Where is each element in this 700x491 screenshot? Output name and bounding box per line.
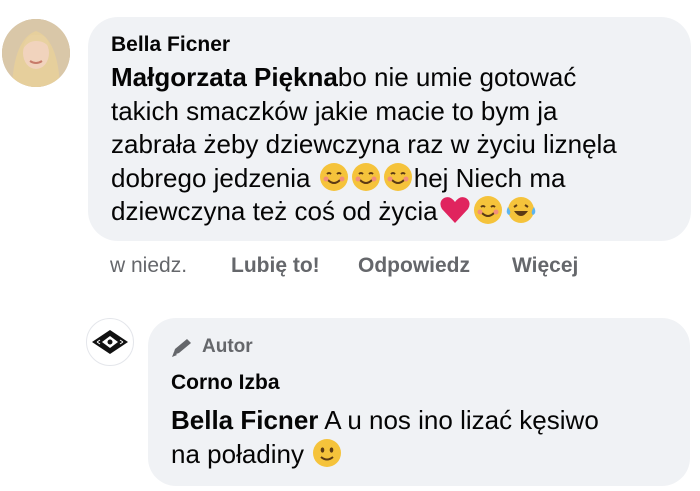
red-heart-icon — [439, 197, 470, 223]
bella-avatar[interactable] — [2, 19, 70, 87]
comment-line-6: dziewczyna też coś od życia — [111, 196, 438, 226]
smiling-blush-emoji-icon — [473, 196, 502, 224]
comment-line-2: takich smaczków jakie macie to bym ja — [111, 95, 558, 126]
comment-timestamp[interactable]: w niedz. — [110, 254, 187, 278]
reply-mention[interactable]: Bella Ficner — [171, 405, 318, 435]
page-logo-icon — [92, 330, 128, 354]
comment-line-1: bo nie umie gotować — [337, 62, 577, 92]
more-button[interactable]: Więcej — [512, 254, 578, 278]
tears-of-joy-emoji-icon — [506, 197, 535, 223]
pencil-icon — [172, 339, 191, 357]
comment-line-4: dobrego jedzenia — [111, 162, 311, 193]
author-badge-label: Autor — [202, 336, 253, 357]
comment-line-3: zabrała żeby dziewczyna raz w życiu lizn… — [111, 129, 617, 159]
author-badge: Autor — [170, 336, 253, 358]
smiling-blush-emoji-icon — [383, 162, 412, 191]
comment-line-5: hej Niech ma — [413, 162, 566, 193]
comment-author[interactable]: Bella Ficner — [111, 33, 230, 57]
comment-mention[interactable]: Małgorzata Piękna — [111, 62, 338, 92]
reply-line-2: na poładiny — [171, 438, 304, 469]
profile-photo-icon — [2, 19, 70, 87]
reply-button[interactable]: Odpowiedz — [358, 254, 470, 278]
smiling-blush-emoji-icon — [319, 162, 348, 191]
comment-text: Małgorzata Pięknabo nie umie gotować tak… — [111, 61, 617, 229]
slight-smile-emoji-icon — [313, 438, 342, 467]
corno-izba-avatar[interactable] — [86, 318, 134, 366]
reply-text: Bella Ficner A u nos ino lizać kęsiwo na… — [171, 404, 599, 471]
smiling-blush-emoji-icon — [351, 162, 380, 191]
reply-line-1: A u nos ino lizać kęsiwo — [318, 405, 599, 435]
reply-author[interactable]: Corno Izba — [171, 371, 280, 395]
like-button[interactable]: Lubię to! — [231, 254, 320, 278]
